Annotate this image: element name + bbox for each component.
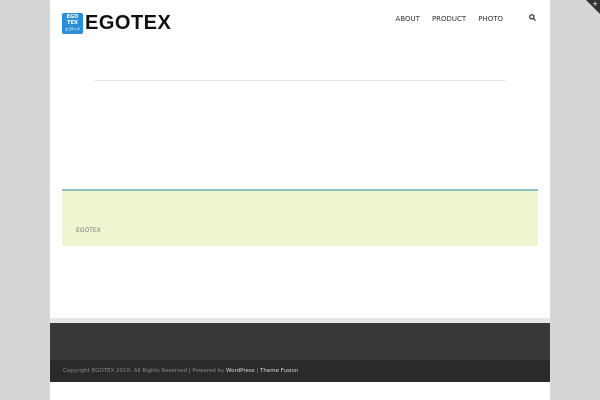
copyright-text: Copyright EGOTEX 2010- All Rights Reserv… (63, 368, 227, 374)
copyright-bar: Copyright EGOTEX 2010- All Rights Reserv… (50, 360, 550, 382)
plus-icon[interactable]: + (592, 0, 598, 8)
search-icon[interactable] (529, 14, 536, 23)
footer-widgets (50, 323, 550, 360)
wordpress-link[interactable]: WordPress (226, 368, 255, 374)
nav-about[interactable]: ABOUT (396, 15, 420, 23)
page-wrapper: EGO TEX エゴテック EGOTEX ABOUT PRODUCT PHOTO… (50, 0, 550, 400)
logo-badge: EGO TEX エゴテック (62, 13, 83, 34)
content-box: EGOTEX (62, 189, 538, 246)
nav-product[interactable]: PRODUCT (432, 15, 466, 23)
logo-text: EGOTEX (85, 12, 172, 34)
nav-photo[interactable]: PHOTO (478, 15, 503, 23)
divider (94, 80, 506, 81)
main-nav: ABOUT PRODUCT PHOTO (396, 14, 536, 23)
content-box-text: EGOTEX (76, 227, 101, 234)
badge-line: エゴテック (64, 27, 80, 31)
theme-fusion-link[interactable]: Theme Fusion (260, 368, 298, 374)
site-logo[interactable]: EGO TEX エゴテック EGOTEX (62, 12, 171, 35)
